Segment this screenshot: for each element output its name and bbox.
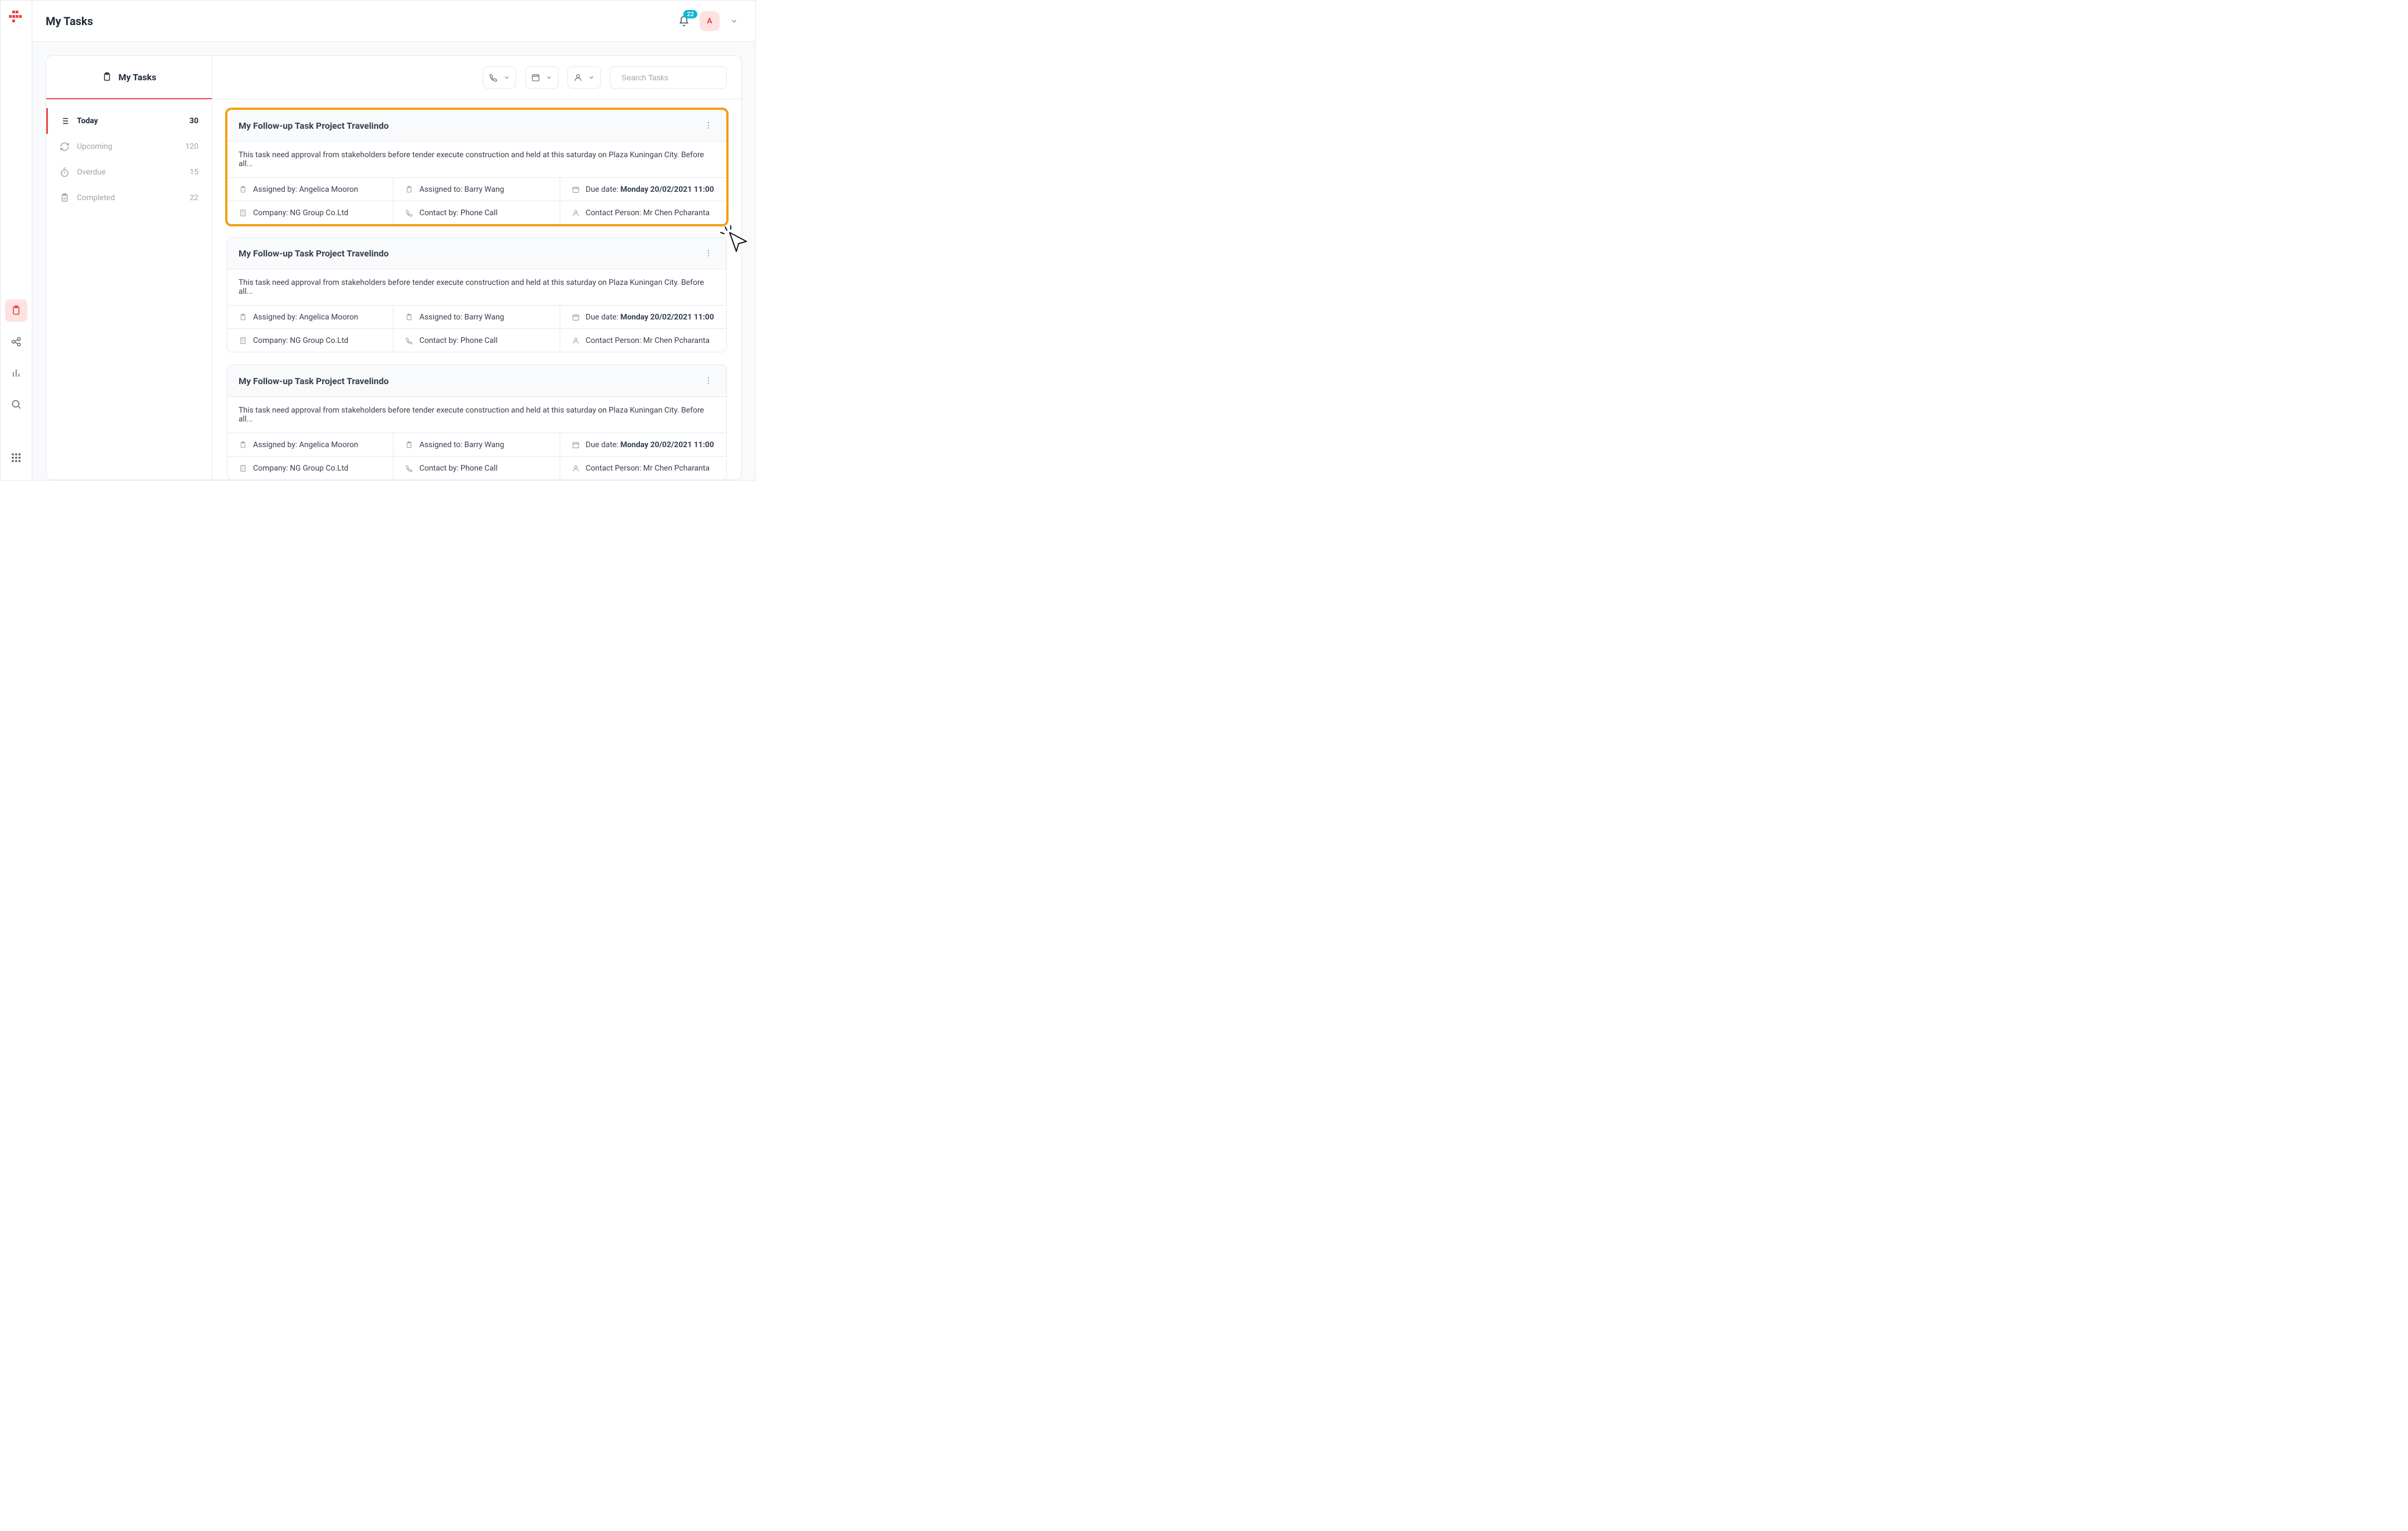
- panel-tab-my-tasks[interactable]: My Tasks: [46, 56, 212, 99]
- building-icon: [239, 464, 247, 473]
- top-header: My Tasks 22 A: [32, 1, 755, 42]
- task-title: My Follow-up Task Project Travelindo: [239, 248, 389, 259]
- stopwatch-icon: [59, 167, 70, 178]
- meta-due-date: Due date: Monday 20/02/2021 11:00: [560, 305, 726, 328]
- filter-count: 30: [190, 117, 198, 125]
- filter-count: 22: [190, 193, 198, 202]
- search-input[interactable]: [622, 73, 722, 82]
- filter-completed[interactable]: Completed 22: [46, 185, 212, 211]
- nav-search[interactable]: [5, 393, 27, 415]
- filter-label: Today: [77, 117, 98, 125]
- meta-contact-by: Contact by: Phone Call: [394, 201, 560, 224]
- calendar-icon: [571, 440, 580, 449]
- notifications-button[interactable]: 22: [675, 12, 693, 30]
- phone-icon: [405, 336, 414, 345]
- person-icon: [571, 336, 580, 345]
- meta-assigned-to: Assigned to: Barry Wang: [394, 305, 560, 328]
- refresh-icon: [59, 141, 70, 152]
- search-tasks[interactable]: [610, 66, 727, 89]
- notification-badge: 22: [683, 10, 697, 18]
- building-icon: [239, 209, 247, 217]
- dots-vertical-icon: [704, 121, 713, 130]
- calendar-icon: [571, 313, 580, 322]
- meta-contact-person: Contact Person: Mr Chen Pcharanta: [560, 201, 726, 224]
- filter-by-person-button[interactable]: [567, 66, 601, 89]
- chevron-down-icon: [503, 74, 510, 81]
- filter-count: 120: [185, 142, 198, 151]
- clipboard-check-icon: [59, 192, 70, 204]
- filter-by-date-button[interactable]: [525, 66, 559, 89]
- task-description: This task need approval from stakeholder…: [227, 142, 726, 177]
- tasks-side-panel: My Tasks Today 30: [46, 56, 212, 479]
- person-icon: [574, 73, 582, 82]
- filter-upcoming[interactable]: Upcoming 120: [46, 134, 212, 159]
- phone-icon: [489, 73, 498, 82]
- meta-company: Company: NG Group Co.Ltd: [227, 456, 394, 479]
- phone-icon: [405, 209, 414, 217]
- clipboard-icon: [102, 72, 112, 82]
- meta-due-date: Due date: Monday 20/02/2021 11:00: [560, 177, 726, 201]
- dots-vertical-icon: [704, 376, 713, 385]
- clipboard-icon: [405, 185, 414, 194]
- task-menu-button[interactable]: [702, 374, 715, 387]
- dots-vertical-icon: [704, 249, 713, 258]
- calendar-icon: [531, 73, 540, 82]
- chevron-down-icon: [588, 74, 595, 81]
- chevron-down-icon: [546, 74, 552, 81]
- calendar-icon: [571, 185, 580, 194]
- list-icon: [59, 115, 70, 127]
- task-title: My Follow-up Task Project Travelindo: [239, 120, 389, 131]
- tasks-toolbar: [212, 56, 741, 99]
- chevron-down-icon: [730, 17, 738, 25]
- clipboard-icon: [239, 185, 247, 194]
- meta-contact-person: Contact Person: Mr Chen Pcharanta: [560, 328, 726, 352]
- page-title: My Tasks: [46, 14, 93, 28]
- task-card[interactable]: My Follow-up Task Project Travelindo Thi…: [227, 365, 727, 479]
- meta-assigned-by: Assigned by: Angelica Mooron: [227, 433, 394, 456]
- tasks-list: My Follow-up Task Project Travelindo Thi…: [212, 99, 741, 479]
- filter-by-contact-button[interactable]: [483, 66, 516, 89]
- meta-contact-by: Contact by: Phone Call: [394, 328, 560, 352]
- nav-apps[interactable]: [5, 447, 27, 469]
- filter-today[interactable]: Today 30: [46, 108, 212, 134]
- clipboard-icon: [405, 313, 414, 322]
- meta-company: Company: NG Group Co.Ltd: [227, 328, 394, 352]
- panel-tab-label: My Tasks: [119, 72, 157, 83]
- task-menu-button[interactable]: [702, 246, 715, 260]
- filter-count: 15: [190, 168, 198, 177]
- left-nav-rail: [1, 1, 32, 480]
- clipboard-icon: [405, 440, 414, 449]
- clipboard-icon: [239, 313, 247, 322]
- filter-label: Completed: [77, 193, 115, 202]
- task-card[interactable]: My Follow-up Task Project Travelindo Thi…: [227, 237, 727, 352]
- task-description: This task need approval from stakeholder…: [227, 269, 726, 305]
- meta-contact-by: Contact by: Phone Call: [394, 456, 560, 479]
- task-menu-button[interactable]: [702, 119, 715, 132]
- meta-assigned-to: Assigned to: Barry Wang: [394, 433, 560, 456]
- filter-label: Overdue: [77, 168, 105, 177]
- task-title: My Follow-up Task Project Travelindo: [239, 376, 389, 386]
- filter-label: Upcoming: [77, 142, 113, 151]
- phone-icon: [405, 464, 414, 473]
- nav-tasks[interactable]: [5, 299, 27, 322]
- meta-company: Company: NG Group Co.Ltd: [227, 201, 394, 224]
- meta-assigned-to: Assigned to: Barry Wang: [394, 177, 560, 201]
- task-card[interactable]: My Follow-up Task Project Travelindo Thi…: [227, 109, 727, 225]
- meta-assigned-by: Assigned by: Angelica Mooron: [227, 305, 394, 328]
- filter-overdue[interactable]: Overdue 15: [46, 159, 212, 185]
- meta-due-date: Due date: Monday 20/02/2021 11:00: [560, 433, 726, 456]
- meta-assigned-by: Assigned by: Angelica Mooron: [227, 177, 394, 201]
- task-description: This task need approval from stakeholder…: [227, 397, 726, 433]
- user-avatar[interactable]: A: [700, 11, 720, 31]
- user-menu-toggle[interactable]: [726, 13, 742, 29]
- person-icon: [571, 464, 580, 473]
- nav-analytics[interactable]: [5, 362, 27, 384]
- building-icon: [239, 336, 247, 345]
- person-icon: [571, 209, 580, 217]
- app-logo: [9, 11, 23, 32]
- nav-connections[interactable]: [5, 331, 27, 353]
- clipboard-icon: [239, 440, 247, 449]
- meta-contact-person: Contact Person: Mr Chen Pcharanta: [560, 456, 726, 479]
